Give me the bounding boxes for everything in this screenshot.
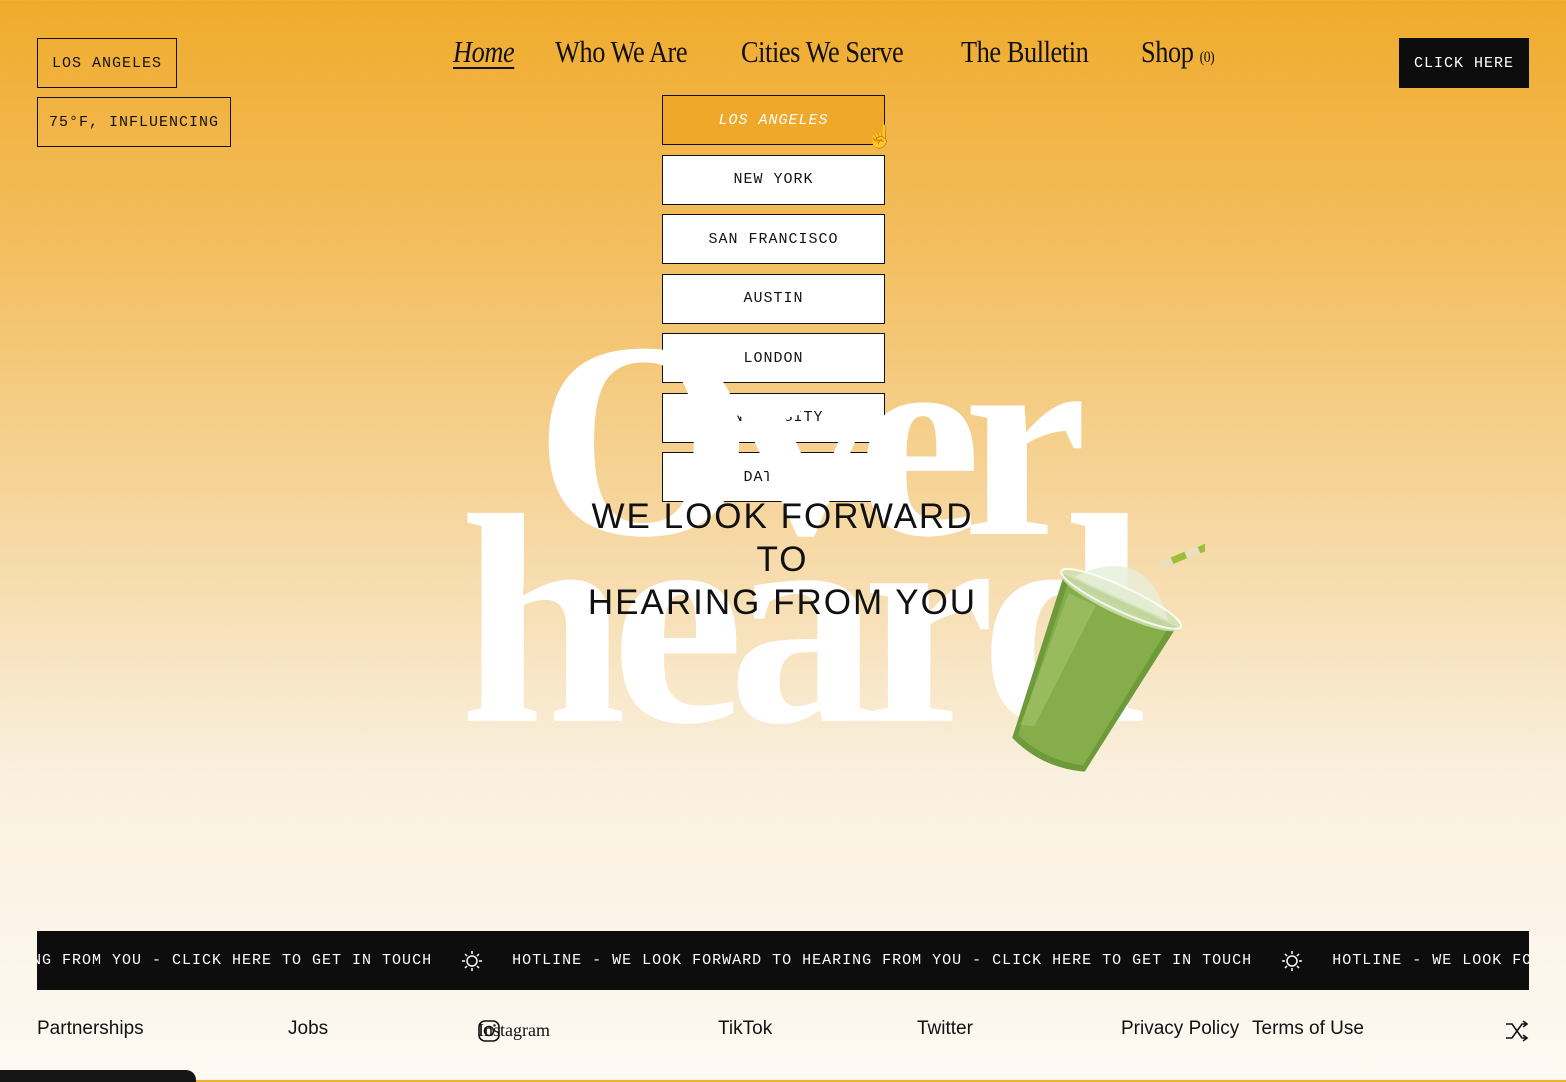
nav-shop[interactable]: Shop (0)	[1141, 34, 1215, 70]
dropdown-item-los-angeles[interactable]: LOS ANGELES	[662, 95, 885, 145]
sun-icon	[462, 950, 483, 971]
bottom-toolbar-edge	[0, 1070, 196, 1082]
ticker-text-2: HOTLINE - WE LOOK FORWARD TO HEARING FRO…	[512, 952, 1253, 969]
footer-link-privacy-policy[interactable]: Privacy Policy	[1121, 1018, 1239, 1040]
ticker-text-3: HOTLINE - WE LOOK FORWARD TO HEARING	[1332, 952, 1529, 969]
instagram-label: Instagram	[478, 1020, 550, 1040]
footer-link-jobs[interactable]: Jobs	[288, 1018, 328, 1040]
ticker-text-1: HEARING FROM YOU - CLICK HERE TO GET IN …	[37, 952, 433, 969]
footer-link-twitter[interactable]: Twitter	[917, 1018, 973, 1040]
shuffle-icon[interactable]	[1505, 1020, 1529, 1042]
dropdown-item-san-francisco[interactable]: SAN FRANCISCO	[662, 214, 885, 264]
footer: Partnerships Jobs Instagram TikTok Twitt…	[37, 1018, 1529, 1052]
headline-line-2: HEARING FROM YOU	[587, 583, 978, 622]
footer-link-instagram[interactable]: Instagram	[478, 1020, 550, 1042]
click-here-button[interactable]: CLICK HERE	[1399, 38, 1529, 88]
footer-link-terms-of-use[interactable]: Terms of Use	[1252, 1018, 1364, 1040]
dropdown-item-new-york[interactable]: NEW YORK	[662, 154, 885, 205]
hotline-ticker[interactable]: HEARING FROM YOU - CLICK HERE TO GET IN …	[37, 931, 1529, 990]
hero-headline: WE LOOK FORWARD TO HEARING FROM YOU	[560, 495, 1005, 624]
city-selector[interactable]: LOS ANGELES	[37, 38, 177, 88]
cart-count: (0)	[1199, 49, 1215, 66]
nav-who-we-are[interactable]: Who We Are	[555, 34, 688, 70]
nav-the-bulletin[interactable]: The Bulletin	[961, 34, 1089, 70]
sun-icon	[1282, 950, 1303, 971]
pointer-cursor-icon: ☝	[866, 124, 894, 149]
nav-home[interactable]: Home	[453, 34, 515, 70]
footer-link-tiktok[interactable]: TikTok	[718, 1018, 772, 1040]
weather-badge: 75°F, INFLUENCING	[37, 97, 231, 147]
headline-line-1: WE LOOK FORWARD TO	[591, 497, 974, 579]
main-nav: Home Who We Are Cities We Serve The Bull…	[453, 34, 1227, 70]
nav-shop-label: Shop	[1141, 34, 1194, 69]
nav-cities-we-serve[interactable]: Cities We Serve	[741, 34, 904, 70]
footer-link-partnerships[interactable]: Partnerships	[37, 1018, 144, 1040]
smoothie-cup-image	[985, 525, 1223, 790]
